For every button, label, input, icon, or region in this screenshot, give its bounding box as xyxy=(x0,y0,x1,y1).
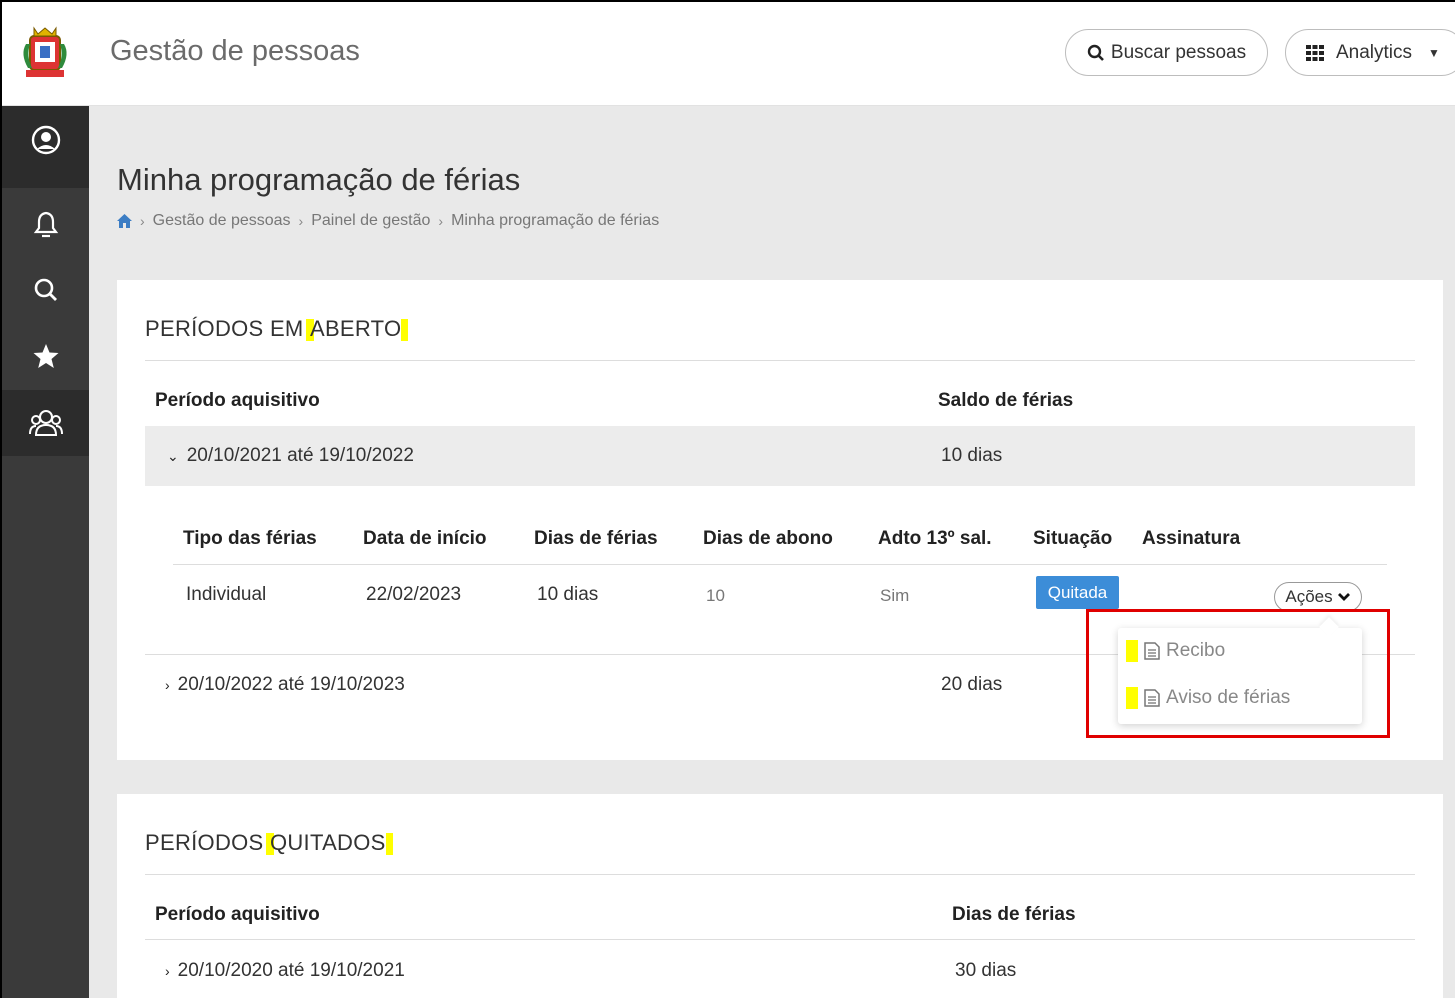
breadcrumb-separator: › xyxy=(140,213,145,229)
chevron-right-icon: › xyxy=(165,963,170,979)
breadcrumb-separator: › xyxy=(438,213,444,229)
search-icon xyxy=(1087,44,1104,61)
sidebar-item-search[interactable] xyxy=(2,270,89,310)
divider xyxy=(173,564,1387,565)
breadcrumb-item-current: Minha programação de férias xyxy=(451,212,660,229)
detail-header-start-date: Data de início xyxy=(363,528,487,549)
team-icon xyxy=(28,410,63,436)
status-badge: Quitada xyxy=(1036,576,1119,609)
period-text: 20/10/2022 até 19/10/2023 xyxy=(177,674,405,695)
detail-header-13th-advance: Adto 13º sal. xyxy=(878,528,992,549)
breadcrumb-item-management-panel[interactable]: Painel de gestão xyxy=(311,212,430,230)
top-bar: Gestão de pessoas Buscar pessoas Analyti… xyxy=(2,2,1455,106)
open-periods-title-text-2: ABERTO xyxy=(309,316,402,341)
paid-periods-title: PERÍODOS QUITADOS xyxy=(145,830,393,856)
caret-down-icon: ▼ xyxy=(1428,45,1440,60)
paid-periods-title-text-1: PERÍODOS xyxy=(145,830,270,855)
period-row-label[interactable]: ⌄ 20/10/2021 até 19/10/2022 xyxy=(167,445,414,467)
detail-13th-advance: Sim xyxy=(880,586,910,605)
bell-icon xyxy=(33,211,58,238)
sidebar-item-profile[interactable] xyxy=(2,106,89,188)
breadcrumb-item-people-management[interactable]: Gestão de pessoas xyxy=(153,212,291,230)
main-content: Minha programação de férias › Gestão de … xyxy=(89,106,1455,998)
open-periods-title: PERÍODOS EM ABERTO xyxy=(145,316,409,342)
sidebar-item-team[interactable] xyxy=(2,390,89,456)
search-people-button[interactable]: Buscar pessoas xyxy=(1065,29,1268,76)
detail-header-status: Situação xyxy=(1033,528,1113,549)
grid-icon xyxy=(1306,44,1324,61)
user-circle-icon xyxy=(31,125,60,155)
period-row-expanded[interactable]: ⌄ 20/10/2021 até 19/10/2022 10 dias xyxy=(145,426,1415,486)
home-icon[interactable] xyxy=(117,214,132,228)
page-title: Minha programação de férias xyxy=(117,162,521,197)
sidebar xyxy=(2,106,89,998)
chevron-down-icon xyxy=(1337,593,1350,601)
chevron-down-icon: ⌄ xyxy=(167,448,179,464)
actions-dropdown-button[interactable]: Ações xyxy=(1274,582,1362,612)
app-frame: Gestão de pessoas Buscar pessoas Analyti… xyxy=(0,0,1455,998)
period-balance: 20 dias xyxy=(941,674,1003,695)
annotation-highlight-box xyxy=(1086,609,1390,738)
detail-header-signature: Assinatura xyxy=(1142,528,1241,549)
chevron-right-icon: › xyxy=(165,677,170,693)
actions-label: Ações xyxy=(1285,587,1333,606)
paid-period-days: 30 dias xyxy=(955,960,1017,981)
analytics-menu-button[interactable]: Analytics ▼ xyxy=(1285,29,1455,76)
divider xyxy=(145,939,1415,940)
breadcrumb: › Gestão de pessoas › Painel de gestão ›… xyxy=(117,212,659,230)
column-header-days: Dias de férias xyxy=(952,904,1076,925)
divider xyxy=(145,360,1415,361)
detail-header-allowance-days: Dias de abono xyxy=(703,528,833,549)
column-header-balance: Saldo de férias xyxy=(938,390,1074,411)
detail-vacation-days: 10 dias xyxy=(537,584,599,605)
coat-of-arms-logo[interactable] xyxy=(16,24,74,82)
open-periods-title-text-1: PERÍODOS EM xyxy=(145,316,310,341)
period-row-collapsed[interactable]: › 20/10/2022 até 19/10/2023 xyxy=(165,674,405,696)
period-text: 20/10/2021 até 19/10/2022 xyxy=(186,445,414,466)
star-icon xyxy=(33,344,58,368)
search-people-label: Buscar pessoas xyxy=(1110,41,1247,63)
highlight-mark xyxy=(385,833,393,856)
detail-type: Individual xyxy=(186,584,267,605)
paid-periods-card: PERÍODOS QUITADOS Período aquisitivo Dia… xyxy=(117,794,1443,998)
detail-header-vacation-days: Dias de férias xyxy=(534,528,658,549)
sidebar-item-favorites[interactable] xyxy=(2,336,89,376)
detail-header-type: Tipo das férias xyxy=(183,528,317,549)
highlight-mark xyxy=(401,319,409,342)
divider xyxy=(145,874,1415,875)
period-balance: 10 dias xyxy=(941,445,1003,466)
detail-start-date: 22/02/2023 xyxy=(366,584,462,605)
detail-allowance-days: 10 xyxy=(706,586,725,605)
column-header-period: Período aquisitivo xyxy=(155,390,320,411)
sidebar-item-notifications[interactable] xyxy=(2,204,89,244)
column-header-period: Período aquisitivo xyxy=(155,904,320,925)
period-text: 20/10/2020 até 19/10/2021 xyxy=(177,960,405,981)
paid-periods-title-text-2: QUITADOS xyxy=(269,830,386,855)
paid-period-row[interactable]: › 20/10/2020 até 19/10/2021 xyxy=(165,960,405,982)
search-icon xyxy=(34,278,57,301)
app-title: Gestão de pessoas xyxy=(110,35,360,67)
analytics-label: Analytics xyxy=(1336,41,1413,63)
breadcrumb-separator: › xyxy=(298,213,304,229)
